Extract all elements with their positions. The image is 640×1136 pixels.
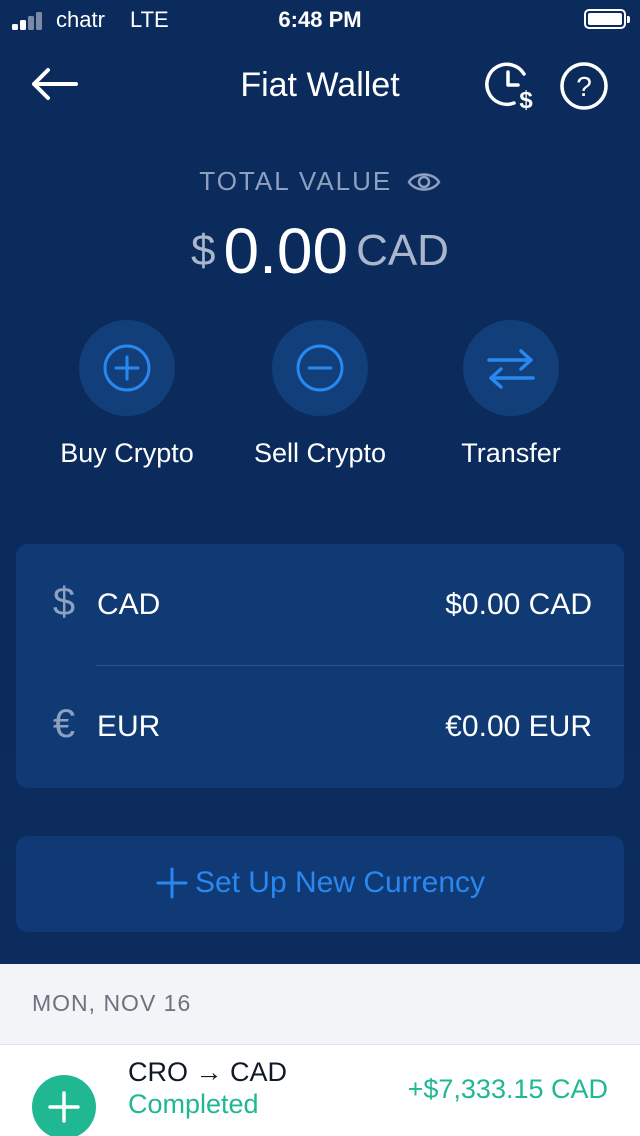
buy-crypto-circle[interactable]: [79, 320, 175, 416]
swap-arrows-icon: [487, 349, 535, 389]
plus-circle-icon: [103, 344, 151, 392]
buy-crypto-label: Buy Crypto: [60, 438, 194, 468]
history-button[interactable]: $: [484, 58, 540, 114]
setup-new-currency-label: Set Up New Currency: [194, 866, 486, 899]
transfer-circle[interactable]: [463, 320, 559, 416]
wallet-row-cad[interactable]: $ CAD $0.00 CAD: [16, 544, 624, 665]
transaction-status: Completed: [128, 1089, 259, 1119]
total-value-label: TOTAL VALUE: [199, 166, 393, 196]
buy-crypto-button[interactable]: Buy Crypto: [27, 320, 227, 469]
transaction-icon: [32, 1075, 96, 1136]
transactions-list: MON, NOV 16 CRO → CAD Completed +$7,333.…: [0, 964, 640, 1136]
dollar-icon: $: [52, 580, 76, 624]
sell-crypto-button[interactable]: Sell Crypto: [220, 320, 420, 469]
date-header: MON, NOV 16: [0, 964, 640, 1045]
total-value-amount: $0.00 CAD: [0, 214, 640, 288]
action-buttons: Buy Crypto Sell Crypto Transfer: [0, 320, 640, 490]
clock-dollar-icon: $: [485, 62, 533, 114]
transaction-row[interactable]: CRO → CAD Completed +$7,333.15 CAD: [0, 1045, 640, 1136]
sell-crypto-circle[interactable]: [272, 320, 368, 416]
svg-text:$: $: [519, 87, 533, 114]
wallet-amount: €0.00 EUR: [445, 710, 592, 743]
plus-icon: [156, 867, 188, 899]
date-label: MON, NOV 16: [32, 990, 192, 1016]
total-value-header: TOTAL VALUE: [0, 166, 640, 197]
plus-icon: [48, 1091, 80, 1123]
fiat-wallet-screen: chatr LTE 6:48 PM Fiat Wallet $ ? TOTAL …: [0, 0, 640, 1136]
setup-new-currency-button[interactable]: Set Up New Currency: [16, 836, 624, 932]
euro-icon: €: [52, 702, 76, 746]
minus-circle-icon: [296, 344, 344, 392]
total-value-number: 0.00: [223, 215, 349, 287]
transaction-pair: CRO → CAD: [128, 1057, 288, 1087]
status-time: 6:48 PM: [278, 7, 362, 32]
help-button[interactable]: ?: [558, 60, 610, 112]
header: Fiat Wallet $ ?: [0, 52, 640, 120]
transfer-label: Transfer: [461, 438, 561, 468]
total-currency-symbol: $: [191, 226, 216, 275]
wallet-code: CAD: [97, 588, 161, 621]
wallet-amount: $0.00 CAD: [445, 588, 592, 621]
wallet-balances-card: $ CAD $0.00 CAD € EUR €0.00 EUR: [16, 544, 624, 788]
wallet-code: EUR: [97, 710, 161, 743]
question-icon: ?: [560, 62, 608, 110]
eye-icon[interactable]: [407, 170, 441, 194]
battery-icon: [584, 9, 630, 29]
wallet-row-eur[interactable]: € EUR €0.00 EUR: [16, 666, 624, 787]
transaction-amount: +$7,333.15 CAD: [407, 1074, 608, 1104]
svg-text:?: ?: [576, 71, 592, 102]
page-title: Fiat Wallet: [240, 66, 400, 104]
sell-crypto-label: Sell Crypto: [253, 438, 387, 468]
transfer-button[interactable]: Transfer: [411, 320, 611, 469]
total-currency-code: CAD: [356, 226, 449, 275]
status-bar: chatr LTE 6:48 PM: [0, 0, 640, 40]
